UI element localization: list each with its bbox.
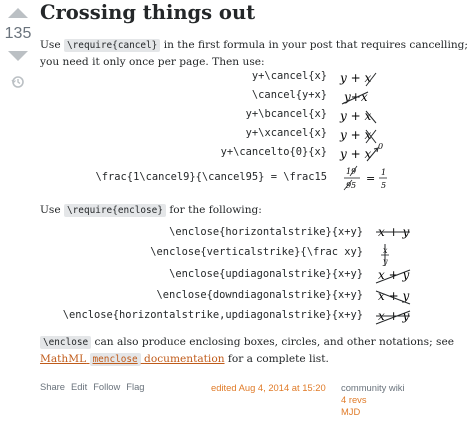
vote-column: 135 bbox=[0, 2, 36, 88]
svg-text:5: 5 bbox=[381, 181, 386, 190]
text: can also produce enclosing boxes, circle… bbox=[94, 336, 454, 348]
link-text[interactable]: documentation bbox=[144, 353, 224, 365]
svg-text:0: 0 bbox=[378, 142, 383, 151]
code-text: \enclose{downdiagonalstrike}{x+y} bbox=[156, 289, 363, 301]
wiki-label: community wiki bbox=[341, 382, 405, 393]
share-link[interactable]: Share bbox=[40, 381, 65, 392]
code-text: \enclose{verticalstrike}{\frac xy} bbox=[150, 246, 363, 258]
inline-code: \require{cancel} bbox=[64, 39, 161, 52]
svg-text:y + x: y + x bbox=[339, 71, 371, 85]
inline-code: \enclose bbox=[40, 336, 92, 349]
downvote-arrow-icon[interactable] bbox=[8, 51, 28, 61]
code-text: y+\cancel{x} bbox=[251, 70, 327, 82]
code-text: \cancel{y+x} bbox=[251, 89, 327, 101]
text: for the following: bbox=[169, 204, 262, 216]
inline-code: \require{enclose} bbox=[64, 204, 166, 217]
code-text: y+\xcancel{x} bbox=[245, 127, 327, 139]
answer-body: Crossing things out Use \require{cancel}… bbox=[40, 0, 470, 417]
upvote-arrow-icon[interactable] bbox=[8, 8, 28, 18]
post-menu: Share Edit Follow Flag bbox=[40, 381, 151, 392]
enclose-paragraph: Use \require{enclose} for the following: bbox=[40, 202, 262, 219]
mathml-link[interactable]: MathML menclose documentation bbox=[40, 353, 225, 366]
revisions-link[interactable]: 4 revs bbox=[341, 394, 405, 406]
user-link[interactable]: MJD bbox=[341, 406, 405, 418]
svg-text:y + x: y + x bbox=[339, 147, 371, 161]
text: Use bbox=[40, 39, 61, 51]
text: Use bbox=[40, 204, 61, 216]
svg-text:5: 5 bbox=[351, 181, 356, 190]
vote-score: 135 bbox=[4, 25, 32, 42]
closing-paragraph: \enclose can also produce enclosing boxe… bbox=[40, 334, 470, 368]
enclose-rendered-outputs: x + y x y x + y x + y x + y bbox=[375, 225, 411, 325]
svg-text:=: = bbox=[366, 172, 375, 185]
community-wiki-info: community wiki 4 revs MJD bbox=[341, 382, 405, 418]
cancel-rendered-outputs: y + x y+x y + x y + x y + x 0 19 95 bbox=[339, 71, 387, 191]
edited-timestamp[interactable]: edited Aug 4, 2014 at 15:20 bbox=[211, 382, 326, 393]
code-text: \enclose{horizontalstrike,updiagonalstri… bbox=[62, 309, 363, 321]
code-text: \frac{1\cancel9}{\cancel95} = \frac15 bbox=[95, 171, 327, 183]
answer-title: Crossing things out bbox=[40, 1, 256, 24]
text: for a complete list. bbox=[227, 353, 329, 365]
code-text: \enclose{horizontalstrike}{x+y} bbox=[169, 226, 363, 238]
svg-text:x + y: x + y bbox=[378, 289, 409, 303]
follow-link[interactable]: Follow bbox=[93, 381, 120, 392]
inline-code[interactable]: menclose bbox=[89, 353, 141, 366]
history-icon[interactable] bbox=[11, 74, 25, 88]
svg-text:1: 1 bbox=[381, 168, 386, 177]
flag-link[interactable]: Flag bbox=[126, 381, 144, 392]
link-text[interactable]: MathML bbox=[40, 353, 86, 365]
edit-link[interactable]: Edit bbox=[71, 381, 87, 392]
code-text: y+\cancelto{0}{x} bbox=[220, 146, 327, 158]
code-text: y+\bcancel{x} bbox=[245, 108, 327, 120]
code-text: \enclose{updiagonalstrike}{x+y} bbox=[169, 268, 363, 280]
